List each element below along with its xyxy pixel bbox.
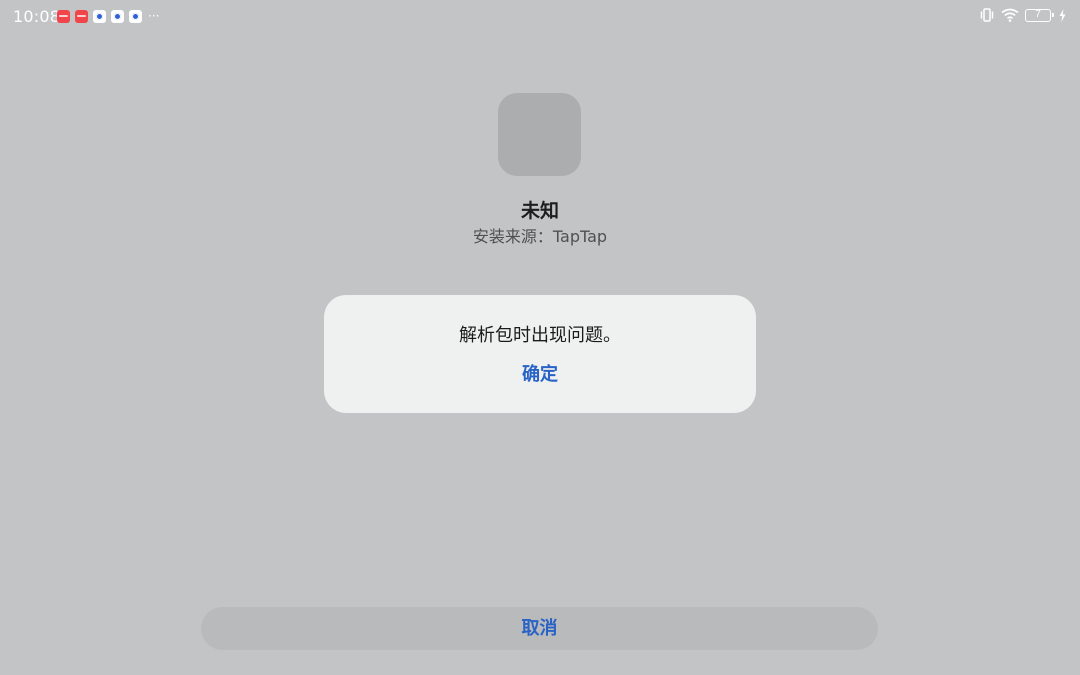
red-app-icon [57, 10, 70, 23]
cancel-button[interactable]: 取消 [201, 607, 878, 650]
wifi-icon [1001, 8, 1019, 22]
confirm-button[interactable]: 确定 [500, 359, 580, 391]
app-name: 未知 [520, 200, 559, 222]
dialog-message: 解析包时出现问题。 [459, 325, 621, 346]
charging-icon [1059, 8, 1066, 22]
baidu-paw-icon [93, 10, 106, 23]
parse-error-dialog: 解析包时出现问题。 确定 [324, 295, 756, 413]
battery-icon: 7 [1025, 8, 1054, 22]
red-app-icon [75, 10, 88, 23]
baidu-paw-icon [111, 10, 124, 23]
install-source-label: 安装来源：TapTap [472, 227, 608, 246]
system-icons: 7 [979, 8, 1066, 22]
status-time: 10:08 [13, 7, 61, 26]
app-icon-placeholder [498, 93, 581, 176]
vibrate-icon [979, 8, 995, 22]
status-bar: 10:08 ··· 7 [0, 0, 1080, 34]
baidu-paw-icon [129, 10, 142, 23]
notification-icons: ··· [57, 10, 159, 23]
more-notifications-icon: ··· [148, 9, 160, 23]
